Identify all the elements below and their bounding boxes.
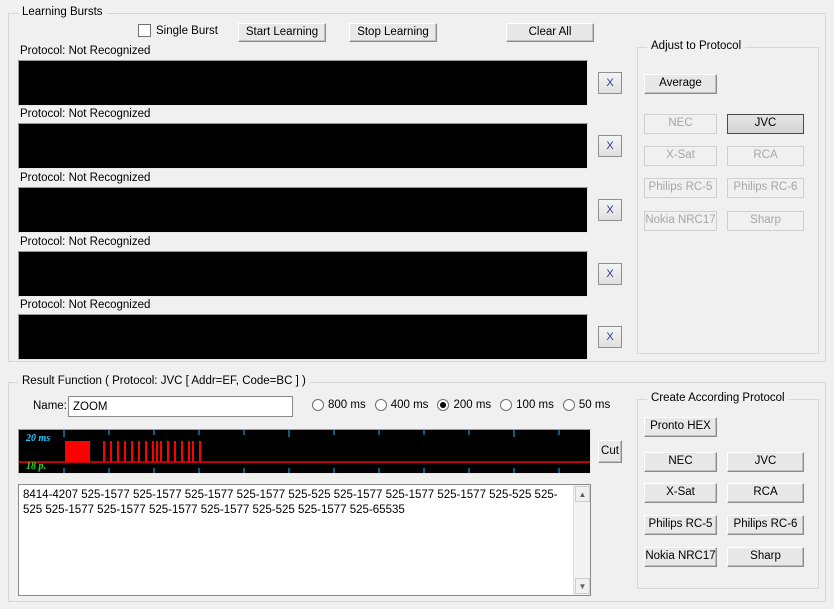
waveform-display[interactable]: 20 ms 18 p. (18, 429, 591, 474)
burst-data-scrollbar[interactable]: ▲ ▼ (573, 485, 590, 595)
timebase-option-100ms[interactable]: 100 ms (500, 399, 554, 411)
burst-display-5[interactable] (18, 314, 588, 360)
create-philips-rc5-button[interactable]: Philips RC-5 (644, 515, 717, 535)
radio-icon (437, 399, 450, 411)
waveform-svg (19, 430, 590, 473)
burst-data-text: 8414-4207 525-1577 525-1577 525-1577 525… (23, 489, 558, 516)
timebase-option-label: 400 ms (390, 399, 429, 411)
create-xsat-button[interactable]: X-Sat (644, 483, 717, 503)
burst-protocol-label-1: Protocol: Not Recognized (20, 45, 151, 57)
create-jvc-button[interactable]: JVC (727, 452, 804, 472)
waveform-leader-pulse (65, 441, 90, 462)
radio-icon (312, 399, 324, 411)
scroll-up-icon[interactable]: ▲ (575, 486, 590, 502)
burst-protocol-label-4: Protocol: Not Recognized (20, 236, 151, 248)
create-philips-rc6-button[interactable]: Philips RC-6 (727, 515, 804, 535)
burst-clear-button-4[interactable]: X (598, 263, 622, 285)
cut-button[interactable]: Cut (598, 440, 622, 463)
adjust-jvc-button[interactable]: JVC (727, 114, 804, 134)
learning-bursts-legend: Learning Bursts (18, 6, 107, 18)
radio-icon (500, 399, 513, 411)
adjust-philips-rc6-button[interactable]: Philips RC-6 (727, 178, 804, 198)
timebase-option-label: 800 ms (328, 399, 366, 411)
burst-protocol-label-2: Protocol: Not Recognized (20, 108, 151, 120)
burst-protocol-label-5: Protocol: Not Recognized (20, 299, 151, 311)
single-burst-checkbox[interactable]: Single Burst (138, 24, 218, 37)
create-nec-button[interactable]: NEC (644, 452, 717, 472)
burst-display-4[interactable] (18, 251, 588, 297)
close-icon: X (606, 77, 614, 89)
ir-learning-window: Learning Bursts Single Burst Start Learn… (0, 0, 834, 609)
timebase-option-label: 100 ms (516, 399, 554, 411)
timebase-option-50ms[interactable]: 50 ms (562, 399, 611, 411)
burst-display-2[interactable] (18, 123, 588, 169)
adjust-nokia-nrc17-button[interactable]: Nokia NRC17 (644, 211, 717, 231)
name-input[interactable]: ZOOM (68, 396, 293, 417)
timebase-option-200ms[interactable]: 200 ms (437, 399, 491, 411)
adjust-xsat-button[interactable]: X-Sat (644, 146, 717, 166)
adjust-to-protocol-legend: Adjust to Protocol (647, 40, 746, 52)
waveform-timebase-label: 20 ms (26, 433, 51, 444)
stop-learning-button[interactable]: Stop Learning (349, 23, 437, 42)
adjust-sharp-button[interactable]: Sharp (727, 211, 804, 231)
name-label: Name: (33, 400, 67, 412)
radio-icon (562, 399, 575, 411)
clear-all-button[interactable]: Clear All (506, 23, 594, 42)
create-nokia-nrc17-button[interactable]: Nokia NRC17 (644, 547, 717, 567)
burst-clear-button-1[interactable]: X (598, 72, 622, 94)
scroll-down-icon[interactable]: ▼ (575, 578, 590, 594)
timebase-radio-group[interactable]: 800 ms 400 ms 200 ms 100 ms 50 ms (312, 399, 619, 411)
adjust-average-button[interactable]: Average (644, 74, 717, 94)
burst-data-textarea[interactable]: 8414-4207 525-1577 525-1577 525-1577 525… (18, 484, 591, 596)
adjust-rca-button[interactable]: RCA (727, 146, 804, 166)
burst-display-3[interactable] (18, 187, 588, 233)
create-according-protocol-legend: Create According Protocol (647, 392, 789, 404)
result-function-legend: Result Function ( Protocol: JVC [ Addr=E… (18, 375, 310, 387)
adjust-nec-button[interactable]: NEC (644, 114, 717, 134)
create-sharp-button[interactable]: Sharp (727, 547, 804, 567)
close-icon: X (606, 204, 614, 216)
timebase-option-400ms[interactable]: 400 ms (374, 399, 429, 411)
burst-clear-button-2[interactable]: X (598, 135, 622, 157)
burst-display-1[interactable] (18, 60, 588, 106)
create-rca-button[interactable]: RCA (727, 483, 804, 503)
adjust-philips-rc5-button[interactable]: Philips RC-5 (644, 178, 717, 198)
timebase-option-800ms[interactable]: 800 ms (312, 399, 366, 411)
waveform-pulsecount-label: 18 p. (26, 461, 46, 472)
single-burst-label: Single Burst (156, 24, 219, 37)
close-icon: X (606, 268, 614, 280)
close-icon: X (606, 331, 614, 343)
burst-clear-button-3[interactable]: X (598, 199, 622, 221)
burst-protocol-label-3: Protocol: Not Recognized (20, 172, 151, 184)
create-pronto-hex-button[interactable]: Pronto HEX (644, 417, 717, 437)
timebase-option-label: 50 ms (578, 399, 611, 411)
timebase-option-label: 200 ms (453, 399, 492, 411)
close-icon: X (606, 140, 614, 152)
single-burst-checkbox-box[interactable] (138, 24, 151, 37)
start-learning-button[interactable]: Start Learning (238, 23, 326, 42)
radio-icon (374, 399, 387, 411)
burst-clear-button-5[interactable]: X (598, 326, 622, 348)
